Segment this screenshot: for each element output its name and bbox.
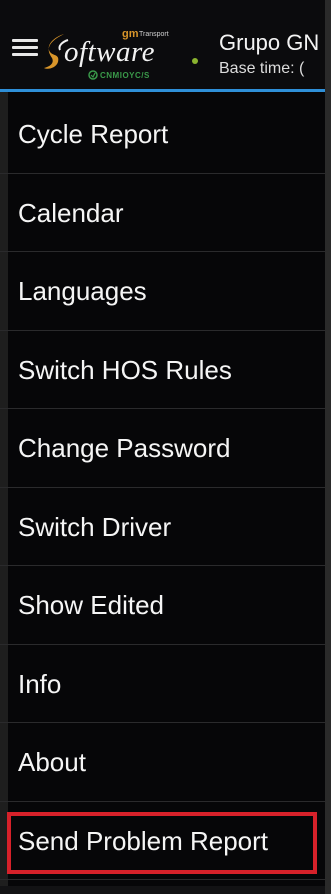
hamburger-menu-icon[interactable] [12, 39, 38, 57]
menu-item-change-password[interactable]: Change Password [0, 409, 331, 488]
menu-item-show-edited[interactable]: Show Edited [0, 566, 331, 645]
logo-dot [192, 58, 198, 64]
logo-sub-text: CNMIOYC/S [100, 71, 150, 80]
logo-main-text: oftware [64, 36, 156, 68]
app-bar: gm Transport oftware CNMIOYC/S Grupo GN … [0, 0, 331, 92]
menu-item-about[interactable]: About [0, 723, 331, 802]
bottom-edge [0, 886, 331, 894]
software-logo-icon: gm Transport oftware CNMIOYC/S [42, 26, 212, 84]
menu-item-label: Send Problem Report [18, 825, 269, 856]
menu-item-send-problem-report[interactable]: Send Problem Report [0, 802, 331, 880]
menu-item-label: Change Password [18, 433, 231, 463]
menu-item-languages[interactable]: Languages [0, 252, 331, 331]
base-time-label: Base time: ( [219, 60, 305, 77]
menu-item-label: Info [18, 668, 62, 699]
menu-item-switch-driver[interactable]: Switch Driver [0, 488, 331, 566]
app-title: Grupo GN [219, 30, 320, 55]
menu-item-cycle-report[interactable]: Cycle Report [0, 95, 331, 174]
menu-item-label: Calendar [18, 197, 124, 228]
menu-item-switch-hos-rules[interactable]: Switch HOS Rules [0, 331, 331, 409]
menu-item-label: Switch HOS Rules [18, 354, 232, 385]
menu-item-info[interactable]: Info [0, 645, 331, 723]
drawer-menu: Cycle Report Calendar Languages Switch H… [0, 95, 331, 880]
app-screen: gm Transport oftware CNMIOYC/S Grupo GN … [0, 0, 331, 894]
menu-item-label: Languages [18, 276, 147, 306]
menu-item-label: Cycle Report [18, 119, 169, 149]
logo-badge-icon [88, 70, 98, 80]
menu-item-label: Show Edited [18, 590, 164, 620]
menu-item-label: Switch Driver [18, 511, 172, 542]
menu-item-calendar[interactable]: Calendar [0, 174, 331, 252]
menu-item-label: About [18, 747, 86, 777]
